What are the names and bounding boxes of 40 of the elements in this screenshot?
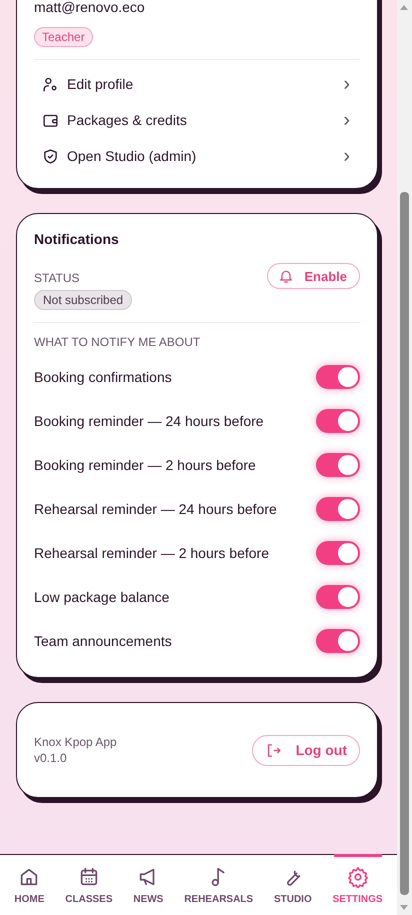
logout-button[interactable]: Log out — [252, 734, 360, 766]
toggle-switch[interactable] — [316, 585, 360, 609]
bell-icon — [278, 268, 294, 284]
nav-tab[interactable]: REHEARSALS — [182, 855, 256, 915]
nav-tab[interactable]: STUDIO — [272, 855, 314, 915]
status-label: STATUS — [34, 271, 81, 285]
setting-label: Booking reminder — 2 hours before — [34, 457, 256, 473]
toggle-switch[interactable] — [316, 365, 360, 389]
setting-label: Rehearsal reminder — 24 hours before — [34, 501, 277, 517]
role-badge: Teacher — [34, 27, 93, 47]
person-gear-icon — [42, 76, 59, 92]
section-label: WHAT TO NOTIFY ME ABOUT — [34, 335, 202, 349]
nav-tab[interactable]: HOME — [12, 855, 46, 915]
setting-label: Rehearsal reminder — 2 hours before — [34, 545, 270, 561]
version-text: v0.1.0 — [34, 750, 68, 766]
settings-icon — [346, 866, 369, 888]
email-text: matt@renovo.eco — [34, 0, 145, 15]
menu-item[interactable]: Open Studio (admin) › — [34, 138, 360, 174]
status-badge: Not subscribed — [34, 290, 132, 310]
toggle-switch[interactable] — [316, 629, 360, 653]
menu-item[interactable]: Edit profile › — [34, 66, 360, 102]
nav-tab[interactable]: CLASSES — [63, 855, 114, 915]
setting-label: Booking confirmations — [34, 369, 172, 385]
nav-tab[interactable]: SETTINGS — [330, 855, 385, 915]
setting-label: Booking reminder — 24 hours before — [34, 413, 264, 429]
nav-tab[interactable]: NEWS — [131, 855, 166, 915]
toggle-switch[interactable] — [316, 409, 360, 433]
menu-item[interactable]: Packages & credits › — [34, 102, 360, 138]
chevron-icon: › — [343, 108, 350, 132]
toggle-switch[interactable] — [316, 497, 360, 521]
setting-label: Low package balance — [34, 589, 170, 605]
card-title: Notifications — [34, 231, 120, 247]
chevron-icon: › — [343, 72, 350, 96]
enable-button[interactable]: Enable — [267, 263, 360, 289]
toggle-switch[interactable] — [316, 541, 360, 565]
chevron-icon: › — [343, 144, 350, 168]
setting-label: Team announcements — [34, 633, 172, 649]
app-name: Knox Kpop App — [34, 734, 117, 750]
toggle-switch[interactable] — [316, 453, 360, 477]
shield-check-icon — [42, 148, 59, 164]
